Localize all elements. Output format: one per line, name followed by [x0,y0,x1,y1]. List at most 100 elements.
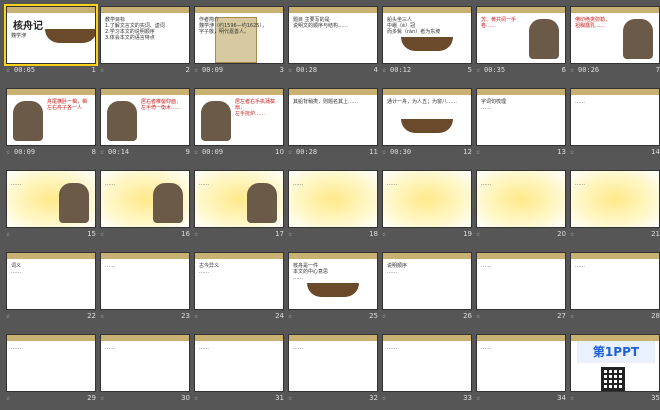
slide-preview[interactable]: …… [382,334,472,392]
slide-preview[interactable]: 字词句梳理 …… [476,88,566,146]
slide-thumbnail-32[interactable]: …… ☆ 32 [288,334,378,406]
slide-meta: ☆ 28 [570,311,660,322]
slide-number: 29 [87,394,96,402]
animation-star-icon: ☆ [6,312,11,320]
slide-preview[interactable]: 说明顺序 …… [382,252,472,310]
slide-thumbnail-11[interactable]: 其船背稍夷，则题名其上…… ☆ 00:28 11 [288,88,378,160]
slide-thumbnail-23[interactable]: …… ☆ 23 [100,252,190,324]
slide-preview[interactable]: 通计一舟，为人五；为窗八…… [382,88,472,146]
slide-thumbnail-2[interactable]: 教学目标 1.了解文言文的实词、虚词 2.学习本文的说明顺序 3.体会本文的语言… [100,6,190,78]
slide-thumbnail-14[interactable]: …… ☆ 14 [570,88,660,160]
slide-thumbnail-19[interactable]: …… ☆ 19 [382,170,472,242]
animation-star-icon: ☆ [382,230,387,238]
slide-meta: ☆ 15 [6,229,96,240]
slide-preview[interactable]: …… [570,88,660,146]
slide-thumbnail-5[interactable]: 船头坐三人 中峨（é）冠 而多髯（rán）者为东坡 ☆ 00:12 5 [382,6,472,78]
slide-preview[interactable]: …… [476,170,566,228]
animation-star-icon: ☆ [288,148,293,156]
slide-meta: ☆ 27 [476,311,566,322]
slide-text: …… [105,345,115,351]
slide-thumbnail-20[interactable]: …… ☆ 20 [476,170,566,242]
slide-thumbnail-6[interactable]: 苏、黄共阅一手卷…… ☆ 00:35 6 [476,6,566,78]
slide-thumbnail-30[interactable]: …… ☆ 30 [100,334,190,406]
slide-header-bar [571,89,659,95]
slide-preview[interactable]: …… [100,334,190,392]
slide-preview[interactable]: 核舟记 魏学洢 [4,4,98,66]
slide-preview[interactable]: 其船背稍夷，则题名其上…… [288,88,378,146]
slide-meta: ☆ 18 [288,229,378,240]
slide-thumbnail-28[interactable]: …… ☆ 28 [570,252,660,324]
slide-preview[interactable]: …… [382,170,472,228]
slide-preview[interactable]: …… [100,252,190,310]
slide-thumbnail-8[interactable]: 舟尾横卧一楫，楫左右舟子各一人 ☆ 00:09 8 [6,88,96,160]
slide-number: 2 [185,66,190,74]
slide-preview[interactable]: 苏、黄共阅一手卷…… [476,6,566,64]
slide-meta: ☆ 24 [194,311,284,322]
slide-timing: 00:28 [296,66,318,74]
slide-meta: ☆ 14 [570,147,660,158]
slide-preview[interactable]: …… [570,170,660,228]
slide-thumbnail-31[interactable]: …… ☆ 31 [194,334,284,406]
slide-preview[interactable]: 船头坐三人 中峨（é）冠 而多髯（rán）者为东坡 [382,6,472,64]
slide-preview[interactable]: 舟尾横卧一楫，楫左右舟子各一人 [6,88,96,146]
slide-thumbnail-29[interactable]: …… ☆ 29 [6,334,96,406]
slide-meta: ☆ 17 [194,229,284,240]
slide-thumbnail-1[interactable]: 核舟记 魏学洢 ☆ 00:05 1 [4,4,98,78]
slide-thumbnail-24[interactable]: 古今异义 …… ☆ 24 [194,252,284,324]
slide-thumbnail-26[interactable]: 说明顺序 …… ☆ 26 [382,252,472,324]
slide-preview[interactable]: …… [6,334,96,392]
slide-preview[interactable]: …… [476,334,566,392]
slide-preview[interactable]: …… [100,170,190,228]
slide-thumbnail-17[interactable]: …… ☆ 17 [194,170,284,242]
slide-thumbnail-10[interactable]: 居左者右手执蒲葵扇， 左手抚炉…… ☆ 00:09 10 [194,88,284,160]
slide-thumbnail-22[interactable]: 词义 …… ☆ 22 [6,252,96,324]
slide-preview[interactable]: …… [288,334,378,392]
slide-text: …… [11,181,21,187]
slide-preview[interactable]: 佛印绝类弥勒， 袒胸露乳…… [570,6,660,64]
slide-thumbnail-4[interactable]: 题目 主要写的是 说明文的顺序与结构…… ☆ 00:28 4 [288,6,378,78]
slide-preview[interactable]: …… [476,252,566,310]
slide-thumbnail-16[interactable]: …… ☆ 16 [100,170,190,242]
slide-thumbnail-35[interactable]: 第1PPT ☆ 35 [570,334,660,406]
slide-preview[interactable]: 古今异义 …… [194,252,284,310]
slide-preview[interactable]: …… [288,170,378,228]
animation-star-icon: ☆ [382,148,387,156]
slide-thumbnail-3[interactable]: 作者简介 魏学洢（约1596—约1625）， 字子敬，明代嘉善人。 ☆ 00:09 3 [194,6,284,78]
slide-text: 居左者右手执蒲葵扇， 左手抚炉…… [235,99,276,117]
slide-header-bar [289,253,377,259]
slide-thumbnail-34[interactable]: …… ☆ 34 [476,334,566,406]
slide-preview[interactable]: …… [194,170,284,228]
slide-preview[interactable]: 居左者右手执蒲葵扇， 左手抚炉…… [194,88,284,146]
slide-preview[interactable]: …… [6,170,96,228]
slide-number: 11 [369,148,378,156]
figure-image [107,101,137,141]
slide-number: 23 [181,312,190,320]
figure-image [153,183,183,223]
slide-header-bar [571,253,659,259]
slide-thumbnail-13[interactable]: 字词句梳理 …… ☆ 13 [476,88,566,160]
slide-number: 24 [275,312,284,320]
slide-preview[interactable]: 教学目标 1.了解文言文的实词、虚词 2.学习本文的说明顺序 3.体会本文的语言… [100,6,190,64]
slide-thumbnail-12[interactable]: 通计一舟，为人五；为窗八…… ☆ 00:30 12 [382,88,472,160]
slide-thumbnail-9[interactable]: 居右者椎髻仰面， 左手倚一衡木…… ☆ 00:14 9 [100,88,190,160]
slide-preview[interactable]: 作者简介 魏学洢（约1596—约1625）， 字子敬，明代嘉善人。 [194,6,284,64]
slide-meta: ☆ 32 [288,393,378,404]
slide-preview[interactable]: 词义 …… [6,252,96,310]
slide-text: …… [575,181,585,187]
slide-preview[interactable]: 居右者椎髻仰面， 左手倚一衡木…… [100,88,190,146]
slide-preview[interactable]: 题目 主要写的是 说明文的顺序与结构…… [288,6,378,64]
slide-thumbnail-25[interactable]: 核舟是一件 本文的中心意思 …… ☆ 25 [288,252,378,324]
slide-preview[interactable]: 第1PPT [570,334,660,392]
slide-preview[interactable]: 核舟是一件 本文的中心意思 …… [288,252,378,310]
slide-preview[interactable]: …… [570,252,660,310]
slide-thumbnail-15[interactable]: …… ☆ 15 [6,170,96,242]
slide-thumbnail-33[interactable]: …… ☆ 33 [382,334,472,406]
slide-thumbnail-21[interactable]: …… ☆ 21 [570,170,660,242]
slide-text: 其船背稍夷，则题名其上…… [293,99,359,105]
slide-thumbnail-27[interactable]: …… ☆ 27 [476,252,566,324]
slide-header-bar [101,335,189,341]
slide-header-bar [101,253,189,259]
slide-thumbnail-7[interactable]: 佛印绝类弥勒， 袒胸露乳…… ☆ 00:26 7 [570,6,660,78]
slide-preview[interactable]: …… [194,334,284,392]
slide-thumbnail-18[interactable]: …… ☆ 18 [288,170,378,242]
